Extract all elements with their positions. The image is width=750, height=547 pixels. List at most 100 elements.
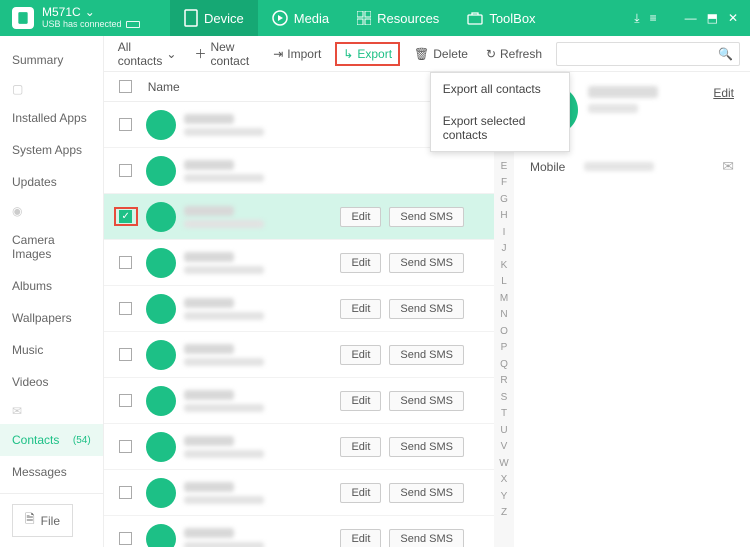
alpha-letter[interactable]: G: [500, 192, 508, 208]
sidebar-item-albums[interactable]: Albums: [0, 270, 103, 302]
filter-dropdown[interactable]: All contacts⌄: [114, 36, 181, 72]
alpha-letter[interactable]: V: [501, 439, 508, 455]
send-sms-button[interactable]: Send SMS: [389, 529, 464, 547]
alpha-letter[interactable]: P: [501, 340, 508, 356]
alpha-letter[interactable]: U: [500, 423, 507, 439]
row-checkbox[interactable]: [119, 440, 132, 453]
sidebar-label: System Apps: [12, 143, 82, 157]
contact-row[interactable]: Edit Send SMS: [104, 516, 494, 547]
row-checkbox[interactable]: [119, 210, 132, 223]
row-checkbox[interactable]: [119, 302, 132, 315]
sidebar-item-installed-apps[interactable]: Installed Apps: [0, 102, 103, 134]
send-sms-button[interactable]: Send SMS: [389, 299, 464, 319]
alpha-letter[interactable]: H: [500, 208, 507, 224]
delete-button[interactable]: 🗑Delete: [410, 43, 472, 65]
alpha-letter[interactable]: J: [502, 241, 507, 257]
send-sms-button[interactable]: Send SMS: [389, 345, 464, 365]
alpha-letter[interactable]: Y: [501, 489, 508, 505]
alpha-letter[interactable]: Z: [501, 505, 507, 521]
alpha-letter[interactable]: F: [501, 175, 507, 191]
contact-row[interactable]: Edit Send SMS: [104, 194, 494, 240]
search-box[interactable]: 🔍: [556, 42, 740, 66]
row-checkbox[interactable]: [119, 532, 132, 545]
alpha-letter[interactable]: E: [501, 159, 508, 175]
row-checkbox[interactable]: [119, 394, 132, 407]
alpha-letter[interactable]: K: [501, 258, 508, 274]
export-button[interactable]: ↳Export: [335, 42, 400, 66]
alpha-letter[interactable]: R: [500, 373, 507, 389]
alpha-letter[interactable]: W: [499, 456, 508, 472]
close-button[interactable]: ✕: [728, 11, 738, 25]
send-sms-button[interactable]: Send SMS: [389, 207, 464, 227]
edit-button[interactable]: Edit: [340, 529, 381, 547]
sidebar-item-videos[interactable]: Videos: [0, 366, 103, 398]
sidebar-label: Messages: [12, 465, 67, 479]
sidebar-item-wallpapers[interactable]: Wallpapers: [0, 302, 103, 334]
sidebar-item-contacts[interactable]: Contacts(54): [0, 424, 103, 456]
send-sms-button[interactable]: Send SMS: [389, 391, 464, 411]
trash-icon: 🗑: [414, 47, 429, 61]
alpha-letter[interactable]: M: [500, 291, 508, 307]
detail-edit-link[interactable]: Edit: [713, 86, 734, 100]
edit-button[interactable]: Edit: [340, 391, 381, 411]
select-all-checkbox[interactable]: [119, 80, 132, 93]
edit-button[interactable]: Edit: [340, 299, 381, 319]
contact-row[interactable]: Edit Send SMS: [104, 424, 494, 470]
import-button[interactable]: ⇥Import: [269, 43, 325, 65]
row-checkbox[interactable]: [119, 486, 132, 499]
nav-media[interactable]: Media: [258, 0, 343, 36]
new-contact-button[interactable]: ＋New contact: [190, 36, 259, 72]
mail-icon[interactable]: ✉: [722, 158, 734, 175]
sidebar-item-music[interactable]: Music: [0, 334, 103, 366]
contact-row[interactable]: Edit Send SMS: [104, 240, 494, 286]
minimize-button[interactable]: —: [685, 11, 697, 25]
alpha-letter[interactable]: O: [500, 324, 508, 340]
send-sms-button[interactable]: Send SMS: [389, 253, 464, 273]
edit-button[interactable]: Edit: [340, 483, 381, 503]
contact-row[interactable]: Edit Send SMS: [104, 470, 494, 516]
nav-device[interactable]: Device: [170, 0, 258, 36]
alpha-letter[interactable]: Q: [500, 357, 508, 373]
alpha-letter[interactable]: T: [501, 406, 507, 422]
edit-button[interactable]: Edit: [340, 253, 381, 273]
contact-avatar: [146, 294, 176, 324]
export-selected-option[interactable]: Export selected contacts: [431, 105, 569, 151]
row-checkbox[interactable]: [119, 348, 132, 361]
row-checkbox[interactable]: [119, 256, 132, 269]
row-checkbox[interactable]: [119, 164, 132, 177]
alpha-letter[interactable]: S: [501, 390, 508, 406]
download-icon[interactable]: ⤓: [634, 11, 639, 26]
sidebar-item-updates[interactable]: Updates: [0, 166, 103, 198]
sidebar-item-system-apps[interactable]: System Apps: [0, 134, 103, 166]
contact-row[interactable]: Edit Send SMS: [104, 286, 494, 332]
nav-resources-label: Resources: [377, 11, 439, 26]
search-input[interactable]: [563, 47, 718, 61]
sidebar-item-summary[interactable]: Summary: [0, 44, 103, 76]
sidebar-item-camera-images[interactable]: Camera Images: [0, 224, 103, 270]
send-sms-button[interactable]: Send SMS: [389, 483, 464, 503]
sidebar-item-messages[interactable]: Messages: [0, 456, 103, 488]
nav-resources[interactable]: Resources: [343, 0, 453, 36]
edit-button[interactable]: Edit: [340, 207, 381, 227]
contact-row[interactable]: Edit Send SMS: [104, 378, 494, 424]
alpha-letter[interactable]: L: [501, 274, 507, 290]
contact-avatar: [146, 110, 176, 140]
contact-row[interactable]: Edit Send SMS: [104, 332, 494, 378]
device-selector[interactable]: M571C⌄ USB has connected: [0, 6, 170, 29]
maximize-button[interactable]: ⬒: [707, 11, 718, 25]
contact-row[interactable]: [104, 148, 494, 194]
edit-button[interactable]: Edit: [340, 345, 381, 365]
edit-button[interactable]: Edit: [340, 437, 381, 457]
mobile-label: Mobile: [530, 160, 574, 174]
alpha-letter[interactable]: X: [501, 472, 508, 488]
send-sms-button[interactable]: Send SMS: [389, 437, 464, 457]
export-all-option[interactable]: Export all contacts: [431, 73, 569, 105]
nav-toolbox[interactable]: ToolBox: [453, 0, 549, 36]
search-icon[interactable]: 🔍: [718, 47, 733, 61]
row-checkbox[interactable]: [119, 118, 132, 131]
menu-icon[interactable]: ≡: [650, 11, 657, 25]
file-button[interactable]: 🗎 File: [12, 504, 73, 537]
refresh-button[interactable]: ↻Refresh: [482, 43, 546, 65]
alpha-letter[interactable]: N: [500, 307, 507, 323]
alpha-letter[interactable]: I: [503, 225, 506, 241]
